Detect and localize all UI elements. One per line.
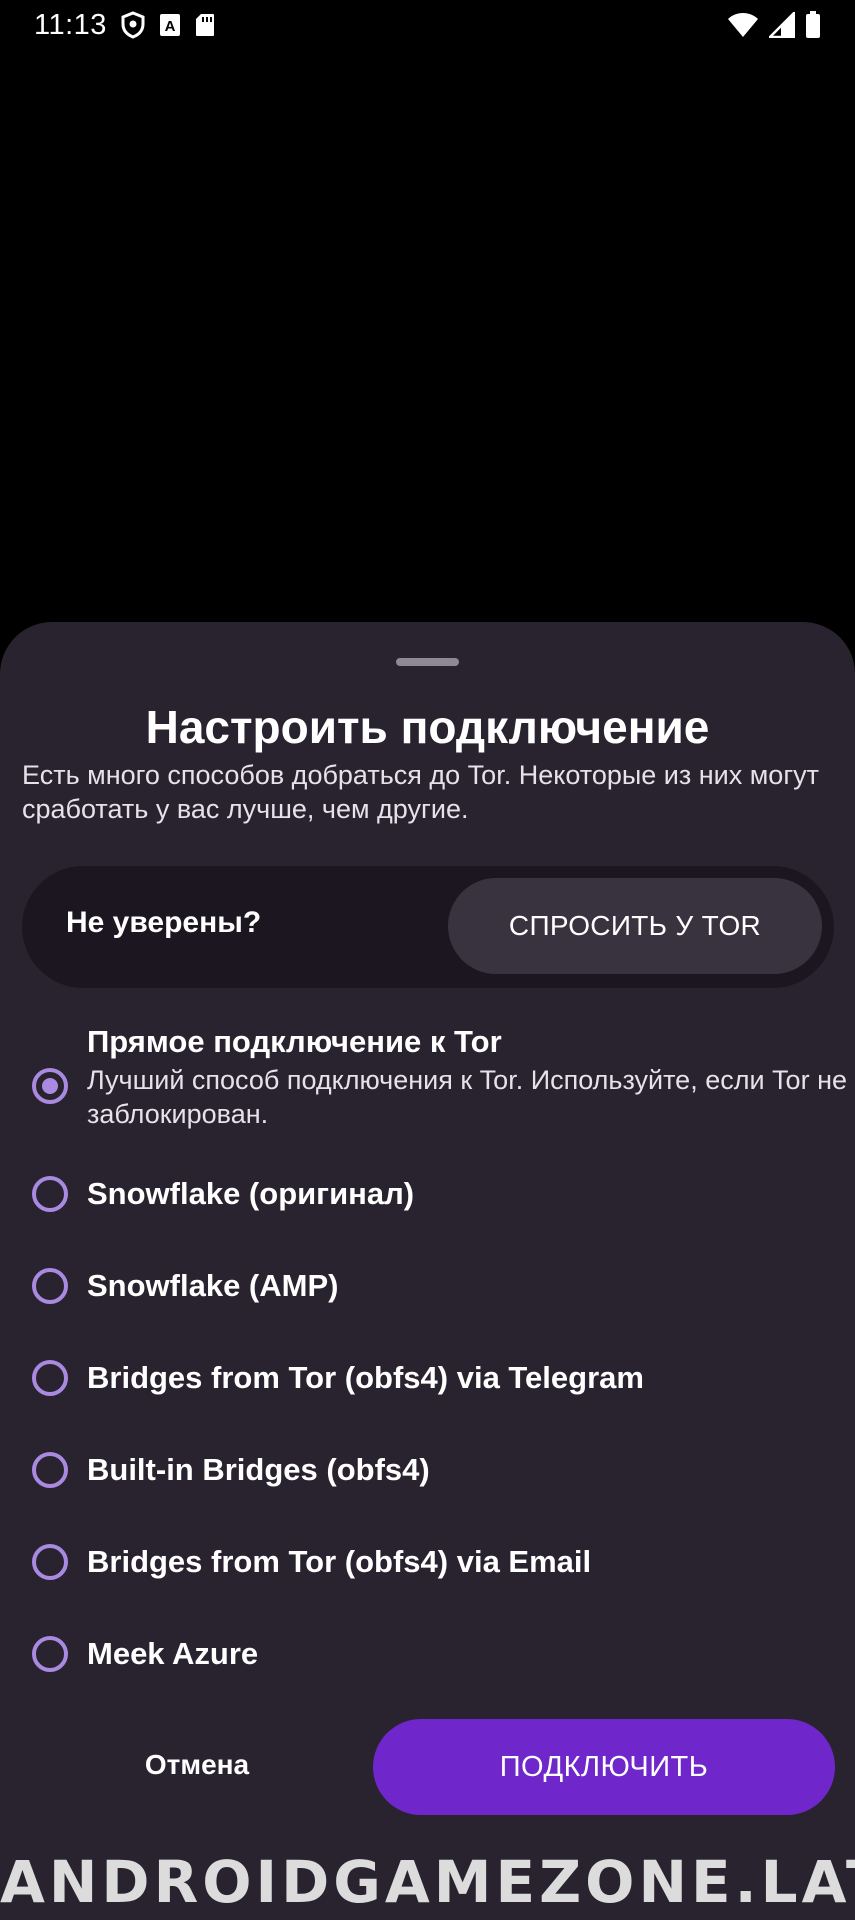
battery-icon [805, 11, 821, 39]
sheet-title: Настроить подключение [145, 701, 710, 753]
text-a-icon: A [159, 13, 181, 37]
shield-icon [121, 11, 145, 39]
svg-text:A: A [165, 18, 176, 35]
radio-button[interactable] [32, 1360, 68, 1396]
status-bar: 11:13 A [0, 0, 855, 50]
radio-button[interactable] [32, 1268, 68, 1304]
radio-button[interactable] [32, 1544, 68, 1580]
status-bar-right [727, 11, 821, 39]
option-snowflake-original[interactable]: Snowflake (оригинал) [0, 1176, 855, 1236]
radio-button[interactable] [32, 1176, 68, 1212]
option-label: Snowflake (оригинал) [87, 1176, 415, 1211]
option-snowflake-amp[interactable]: Snowflake (AMP) [0, 1268, 855, 1328]
not-sure-label: Не уверены? [66, 906, 262, 939]
wifi-icon [727, 12, 759, 38]
radio-button[interactable] [32, 1452, 68, 1488]
option-bridges-email[interactable]: Bridges from Tor (obfs4) via Email [0, 1544, 855, 1604]
radio-button-selected[interactable] [32, 1068, 68, 1104]
option-direct-connection[interactable]: Прямое подключение к Tor Лучший способ п… [0, 1024, 855, 1144]
option-label: Bridges from Tor (obfs4) via Telegram [87, 1360, 644, 1395]
sheet-description: Есть много способов добраться до Tor. Не… [22, 760, 820, 824]
cancel-button[interactable]: Отмена [94, 1720, 300, 1810]
option-bridges-telegram[interactable]: Bridges from Tor (obfs4) via Telegram [0, 1360, 855, 1420]
watermark-text: ANDROIDGAMEZONE.LAT [0, 1848, 855, 1916]
drag-handle[interactable] [396, 658, 459, 666]
status-bar-left: 11:13 A [34, 9, 215, 42]
option-label: Snowflake (AMP) [87, 1268, 339, 1303]
ask-tor-box: Не уверены? СПРОСИТЬ У TOR [22, 866, 834, 988]
option-label: Meek Azure [87, 1636, 259, 1671]
option-label: Built-in Bridges (obfs4) [87, 1452, 430, 1487]
status-time: 11:13 [34, 8, 107, 41]
ask-tor-button[interactable]: СПРОСИТЬ У TOR [448, 878, 822, 974]
option-built-in-bridges[interactable]: Built-in Bridges (obfs4) [0, 1452, 855, 1512]
option-label: Прямое подключение к Tor [87, 1024, 502, 1059]
sd-card-icon [195, 13, 215, 37]
radio-button[interactable] [32, 1636, 68, 1672]
option-description: Лучший способ подключения к Tor. Использ… [87, 1065, 847, 1129]
signal-icon [769, 12, 795, 38]
option-meek-azure[interactable]: Meek Azure [0, 1636, 855, 1696]
option-label: Bridges from Tor (obfs4) via Email [87, 1544, 592, 1579]
connect-button[interactable]: ПОДКЛЮЧИТЬ [373, 1719, 835, 1815]
